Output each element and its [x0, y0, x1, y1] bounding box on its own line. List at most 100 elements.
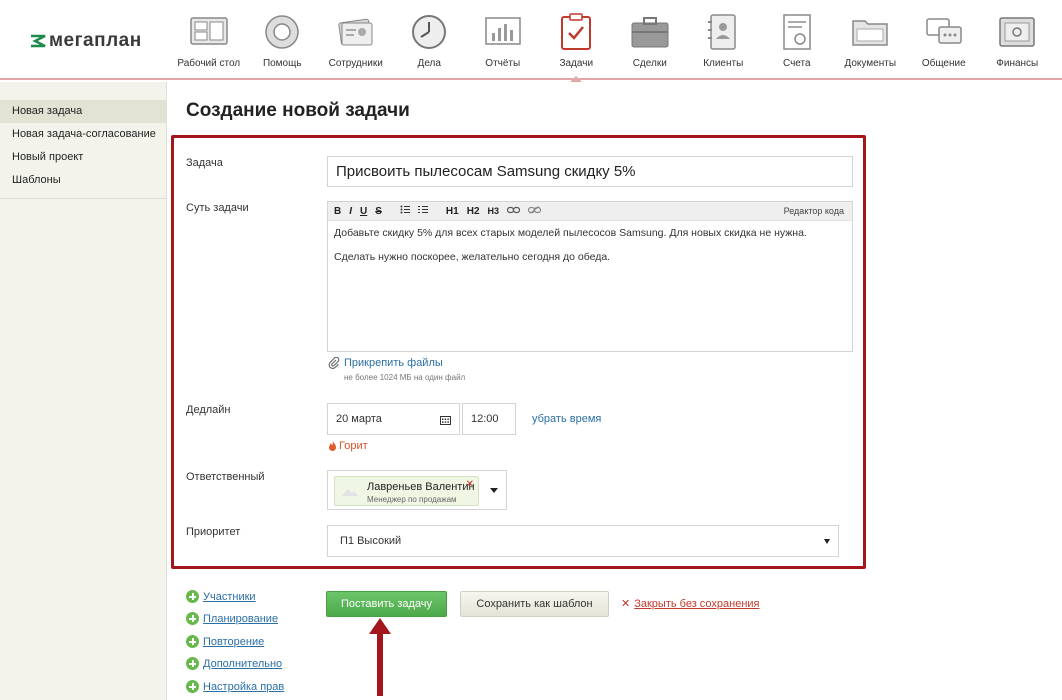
megaplan-logo[interactable]: мегаплан — [30, 30, 142, 52]
sidebar-item-new-approval-task[interactable]: Новая задача-согласование — [0, 123, 166, 146]
nav-item-employees[interactable]: Сотрудники — [319, 0, 393, 80]
nav-item-affairs[interactable]: Дела — [393, 0, 467, 80]
nav-item-deals[interactable]: Сделки — [613, 0, 687, 80]
nav-label: Сотрудники — [328, 58, 383, 69]
task-description-editor[interactable]: B I U S H1 H2 H3 Редактор кода Добавьте … — [327, 201, 853, 352]
link-icon[interactable] — [506, 206, 521, 217]
nav-label: Клиенты — [703, 58, 744, 69]
sidebar-menu: Новая задача Новая задача-согласование Н… — [0, 100, 166, 192]
remove-responsible-icon[interactable]: ✕ — [466, 479, 474, 490]
safe-icon — [997, 12, 1037, 52]
plus-icon — [186, 612, 199, 625]
extra-participants[interactable]: Участники — [186, 590, 256, 603]
plus-icon — [186, 657, 199, 670]
save-as-template-button[interactable]: Сохранить как шаблон — [460, 591, 609, 617]
deadline-time-input[interactable]: 12:00 — [462, 403, 516, 435]
nav-label: Отчёты — [485, 58, 521, 69]
nav-label: Помощь — [262, 58, 302, 69]
nav-item-clients[interactable]: Клиенты — [687, 0, 761, 80]
code-editor-toggle[interactable]: Редактор кода — [784, 206, 844, 216]
nav-label: Рабочий стол — [177, 58, 241, 69]
nav-item-tasks[interactable]: Задачи — [540, 0, 614, 80]
editor-content[interactable]: Добавьте скидку 5% для всех старых модел… — [328, 221, 852, 281]
nav-label: Общение — [921, 58, 966, 69]
submit-task-button[interactable]: Поставить задачу — [326, 591, 447, 617]
extra-planning[interactable]: Планирование — [186, 612, 278, 625]
extra-label: Участники — [203, 590, 256, 603]
nav-item-desktop[interactable]: Рабочий стол — [172, 0, 246, 80]
attach-files[interactable]: Прикрепить файлы — [328, 357, 443, 369]
sidebar: Новая задача Новая задача-согласование Н… — [0, 82, 167, 700]
plus-icon — [186, 635, 199, 648]
editor-paragraph: Добавьте скидку 5% для всех старых модел… — [334, 227, 807, 239]
extra-label: Планирование — [203, 612, 279, 625]
responsible-label: Ответственный — [186, 471, 265, 483]
editor-paragraph: Сделать нужно поскорее, желательно сегод… — [334, 251, 611, 263]
nav-item-invoices[interactable]: Счета — [760, 0, 834, 80]
avatar-placeholder-icon — [342, 489, 358, 496]
extra-additional[interactable]: Дополнительно — [186, 657, 282, 670]
chevron-down-icon[interactable] — [490, 488, 498, 493]
calendar-icon[interactable] — [440, 415, 451, 425]
attach-files-link[interactable]: Прикрепить файлы — [344, 357, 443, 369]
tasks-icon — [556, 12, 596, 52]
remove-time-link[interactable]: убрать время — [532, 413, 601, 425]
sidebar-item-templates[interactable]: Шаблоны — [0, 169, 166, 192]
task-title-input[interactable]: Присвоить пылесосам Samsung скидку 5% — [327, 156, 853, 187]
italic-button[interactable]: I — [349, 206, 352, 217]
logo-mark-icon — [31, 34, 46, 48]
extra-label: Дополнительно — [203, 657, 283, 670]
task-label: Задача — [186, 157, 223, 169]
heading3-button[interactable]: H3 — [488, 206, 500, 216]
nav-label: Задачи — [559, 58, 594, 69]
unlink-icon[interactable] — [527, 205, 542, 217]
nav-label: Сделки — [632, 58, 667, 69]
close-without-saving-label: Закрыть без сохранения — [634, 597, 760, 610]
urgent-toggle[interactable]: Горит — [328, 440, 368, 452]
close-icon: ✕ — [621, 598, 631, 610]
responsible-selector[interactable]: Лавреньев Валентин Менеджер по продажам … — [327, 470, 507, 510]
nav-item-communication[interactable]: Общение — [907, 0, 981, 80]
numbered-list-icon[interactable] — [417, 205, 428, 217]
heading1-button[interactable]: H1 — [446, 206, 459, 217]
nav-label: Дела — [417, 58, 441, 69]
attach-size-hint: не более 1024 МБ на один файл — [344, 373, 466, 382]
plus-icon — [186, 590, 199, 603]
editor-toolbar: B I U S H1 H2 H3 Редактор кода — [328, 202, 852, 221]
reports-icon — [483, 12, 523, 52]
sidebar-item-new-task[interactable]: Новая задача — [0, 100, 166, 123]
plus-icon — [186, 680, 199, 693]
lifebuoy-icon — [262, 12, 302, 52]
nav-label: Документы — [844, 58, 897, 69]
chat-icon — [924, 12, 964, 52]
top-header: мегаплан Рабочий стол Помощь Сотрудники … — [0, 0, 1062, 80]
clock-icon — [409, 12, 449, 52]
nav-item-help[interactable]: Помощь — [246, 0, 320, 80]
main-nav: Рабочий стол Помощь Сотрудники Дела Отчё… — [172, 0, 1054, 80]
nav-label: Счета — [782, 58, 811, 69]
nav-item-finance[interactable]: Финансы — [981, 0, 1055, 80]
priority-value: П1 Высокий — [340, 535, 402, 547]
employees-icon — [336, 12, 376, 52]
invoices-icon — [777, 12, 817, 52]
extra-permissions[interactable]: Настройка прав — [186, 680, 284, 693]
nav-label: Финансы — [996, 58, 1039, 69]
sidebar-divider — [0, 198, 166, 199]
priority-select[interactable]: П1 Высокий — [327, 525, 839, 557]
nav-item-documents[interactable]: Документы — [834, 0, 908, 80]
heading2-button[interactable]: H2 — [467, 206, 480, 217]
responsible-chip[interactable]: Лавреньев Валентин Менеджер по продажам … — [334, 476, 479, 506]
sidebar-item-new-project[interactable]: Новый проект — [0, 146, 166, 169]
nav-item-reports[interactable]: Отчёты — [466, 0, 540, 80]
bold-button[interactable]: B — [334, 206, 341, 217]
extra-repeat[interactable]: Повторение — [186, 635, 264, 648]
logo-text: мегаплан — [49, 30, 142, 51]
deadline-date-input[interactable]: 20 марта — [327, 403, 460, 435]
bullet-list-icon[interactable] — [400, 205, 410, 217]
strikethrough-button[interactable]: S — [375, 206, 382, 217]
responsible-name: Лавреньев Валентин — [367, 481, 475, 493]
close-without-saving[interactable]: ✕ Закрыть без сохранения — [621, 597, 760, 611]
priority-label: Приоритет — [186, 526, 241, 538]
underline-button[interactable]: U — [360, 206, 367, 217]
deadline-label: Дедлайн — [186, 404, 231, 416]
